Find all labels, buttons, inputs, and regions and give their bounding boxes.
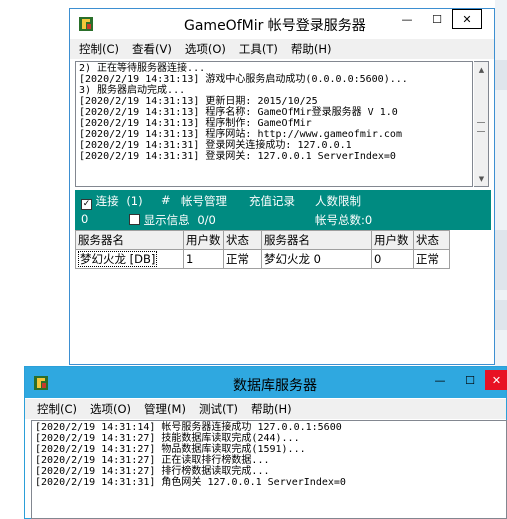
zero-count: 0 [81,212,89,226]
log-line: [2020/2/19 14:31:13] 程序制作: GameOfMir [79,118,312,129]
table-header-row: 服务器名 用户数 状态 服务器名 用户数 状态 [75,230,450,250]
col-server-name-2[interactable]: 服务器名 [261,230,372,250]
menu-tools[interactable]: 工具(T) [239,41,278,57]
scroll-down-arrow[interactable]: ▼ [474,171,489,186]
log-line: [2020/2/19 14:31:13] 更新日期: 2015/10/25 [79,96,318,107]
cell-user-count[interactable]: 1 [183,249,224,269]
connect-label: 连接 [95,194,119,208]
log-line: [2020/2/19 14:31:14] 帐号服务器连接成功 127.0.0.1… [35,422,342,433]
status-panel: ✓ 连接 (1) # 帐号管理 充值记录 人数限制 0 显示信息 0/0 帐号总… [75,190,491,230]
db-menubar: 控制(C) 选项(O) 管理(M) 测试(T) 帮助(H) [25,399,506,419]
recharge-records-button[interactable]: 充值记录 [249,193,295,209]
log-line: [2020/2/19 14:31:27] 正在读取排行榜数据... [35,455,270,466]
cell-status[interactable]: 正常 [223,249,262,269]
menu-test[interactable]: 测试(T) [199,401,238,417]
window-title: 数据库服务器 [233,378,317,394]
ratio-label: 0/0 [197,213,216,227]
col-user-count[interactable]: 用户数 [183,230,224,250]
log-line: [2020/2/19 14:31:31] 登录网关连接成功: 127.0.0.1 [79,140,352,151]
log-line: [2020/2/19 14:31:31] 角色网关 127.0.0.1 Serv… [35,477,346,488]
log-line: [2020/2/19 14:31:27] 排行榜数据读取完成... [35,466,270,477]
login-log[interactable]: 2) 正在等待服务器连接... [2020/2/19 14:31:13] 游戏中… [75,61,473,187]
menu-options[interactable]: 选项(O) [185,41,226,57]
scroll-up-arrow[interactable]: ▲ [474,62,489,77]
table-row[interactable]: 梦幻火龙 [DB] 1 正常 梦幻火龙 0 0 正常 [75,249,450,269]
cell-server-name-2[interactable]: 梦幻火龙 0 [261,249,372,269]
menu-options[interactable]: 选项(O) [90,401,131,417]
db-server-window: 数据库服务器 — ☐ ✕ 控制(C) 选项(O) 管理(M) 测试(T) 帮助(… [24,366,507,519]
col-user-count-2[interactable]: 用户数 [371,230,414,250]
scroll-thumb[interactable] [477,122,485,132]
menu-help[interactable]: 帮助(H) [291,41,332,57]
show-info-label: 显示信息 [143,213,190,227]
log-line: [2020/2/19 14:31:13] 程序名称: GameOfMir登录服务… [79,107,398,118]
connect-checkbox[interactable]: ✓ [81,199,92,210]
close-button[interactable]: ✕ [485,370,507,390]
log-line: 3) 服务器启动完成... [79,85,186,96]
log-line: [2020/2/19 14:31:27] 物品数据库读取完成(1591)... [35,444,306,455]
cell-user-count-2[interactable]: 0 [371,249,414,269]
account-total: 帐号总数:0 [315,213,373,227]
app-icon [79,17,93,31]
login-titlebar[interactable]: GameOfMir 帐号登录服务器 — ☐ ✕ [70,9,494,39]
hash-label: # [161,193,171,207]
db-log[interactable]: [2020/2/19 14:31:14] 帐号服务器连接成功 127.0.0.1… [31,420,507,519]
login-server-window: GameOfMir 帐号登录服务器 — ☐ ✕ 控制(C) 查看(V) 选项(O… [69,8,495,365]
col-server-name[interactable]: 服务器名 [75,230,184,250]
menu-manage[interactable]: 管理(M) [144,401,186,417]
menu-view[interactable]: 查看(V) [132,41,172,57]
window-title: GameOfMir 帐号登录服务器 [184,18,366,34]
col-status[interactable]: 状态 [223,230,262,250]
log-line: [2020/2/19 14:31:13] 游戏中心服务启动成功(0.0.0.0:… [79,74,408,85]
login-log-scrollbar[interactable]: ▲ ▼ [474,61,489,187]
cell-status-2[interactable]: 正常 [413,249,450,269]
menu-help[interactable]: 帮助(H) [251,401,292,417]
login-menubar: 控制(C) 查看(V) 选项(O) 工具(T) 帮助(H) [70,39,494,59]
minimize-button[interactable]: — [392,9,422,29]
cell-server-name[interactable]: 梦幻火龙 [DB] [75,249,184,269]
col-status-2[interactable]: 状态 [413,230,450,250]
maximize-button[interactable]: ☐ [422,9,452,29]
show-info-checkbox[interactable] [129,214,140,225]
server-table: 服务器名 用户数 状态 服务器名 用户数 状态 梦幻火龙 [DB] 1 正常 梦… [75,230,450,269]
user-limit-button[interactable]: 人数限制 [315,193,361,209]
close-button[interactable]: ✕ [452,9,482,29]
db-titlebar[interactable]: 数据库服务器 — ☐ ✕ [25,367,507,398]
log-line: [2020/2/19 14:31:27] 技能数据库读取完成(244)... [35,433,300,444]
maximize-button[interactable]: ☐ [455,370,485,390]
app-icon [34,376,48,390]
minimize-button[interactable]: — [425,370,455,390]
menu-control[interactable]: 控制(C) [79,41,119,57]
log-line: [2020/2/19 14:31:31] 登录网关: 127.0.0.1 Ser… [79,151,396,162]
account-management-button[interactable]: 帐号管理 [181,193,227,209]
menu-control[interactable]: 控制(C) [37,401,77,417]
log-line: 2) 正在等待服务器连接... [79,63,206,74]
connect-count: (1) [126,194,143,208]
log-line: [2020/2/19 14:31:13] 程序网站: http://www.ga… [79,129,402,140]
